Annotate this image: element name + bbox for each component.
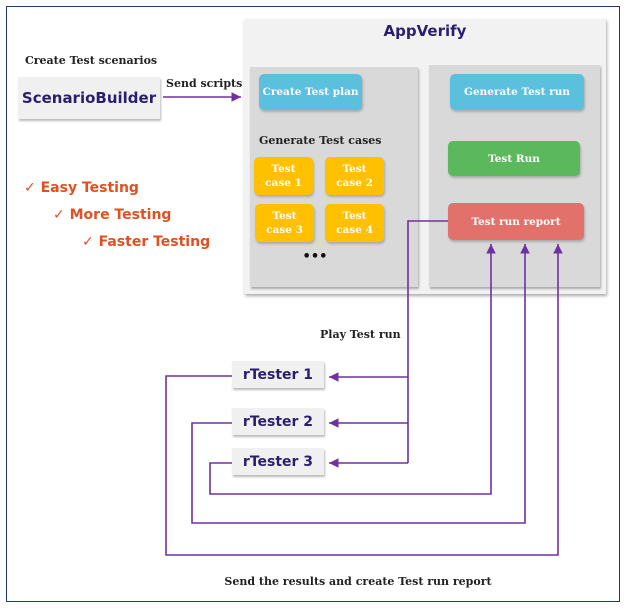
result-arrow-1	[165, 244, 563, 556]
result-arrow-3	[209, 244, 496, 495]
connector-lines	[163, 92, 563, 556]
result-arrow-2	[191, 244, 530, 524]
play-run-trunk	[407, 220, 448, 463]
